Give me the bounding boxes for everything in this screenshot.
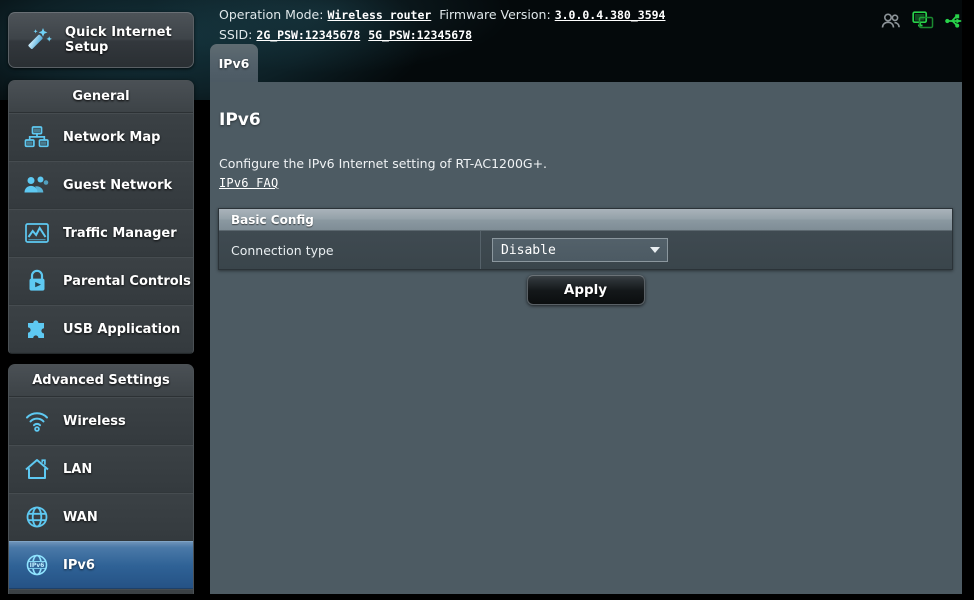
sidebar-item-guest-network[interactable]: Guest Network xyxy=(9,161,193,209)
home-icon xyxy=(22,454,52,484)
sidebar-item-wireless-label: Wireless xyxy=(63,413,126,429)
connection-type-label: Connection type xyxy=(219,231,481,269)
ipv6-icon: IPv6 xyxy=(22,550,52,580)
operation-mode-value[interactable]: Wireless router xyxy=(327,8,431,22)
ssid-label: SSID: xyxy=(219,27,253,42)
network-map-icon xyxy=(22,122,52,152)
operation-mode-line: Operation Mode: Wireless router Firmware… xyxy=(219,5,665,25)
sidebar-item-quick-internet-setup[interactable]: Quick Internet Setup xyxy=(8,12,194,68)
connection-type-select[interactable]: Disable xyxy=(492,238,668,262)
ssid-line: SSID: 2G_PSW:12345678 5G_PSW:12345678 xyxy=(219,25,665,45)
puzzle-icon xyxy=(22,314,52,344)
chevron-down-icon xyxy=(650,247,660,253)
sidebar-item-usb-application-label: USB Application xyxy=(63,321,181,337)
sidebar-item-usb-application[interactable]: USB Application xyxy=(9,305,193,353)
apply-button[interactable]: Apply xyxy=(526,275,645,305)
sidebar-item-traffic-manager[interactable]: Traffic Manager xyxy=(9,209,193,257)
basic-config-panel: Basic Config Connection type Disable xyxy=(218,208,953,270)
apply-button-row: Apply xyxy=(218,275,953,305)
tab-ipv6[interactable]: IPv6 xyxy=(210,44,258,82)
apply-button-label: Apply xyxy=(563,282,608,298)
sidebar-item-wireless[interactable]: Wireless xyxy=(9,397,193,445)
sidebar-item-network-map[interactable]: Network Map xyxy=(9,113,193,161)
right-edge xyxy=(962,0,974,600)
monitor-icon[interactable] xyxy=(910,8,936,34)
sidebar-item-guest-network-label: Guest Network xyxy=(63,177,173,193)
main-content: IPv6 Configure the IPv6 Internet setting… xyxy=(210,82,962,600)
clients-icon[interactable] xyxy=(878,8,904,34)
page-description: Configure the IPv6 Internet setting of R… xyxy=(219,156,548,171)
sidebar-item-wan[interactable]: WAN xyxy=(9,493,193,541)
guest-network-icon xyxy=(22,170,52,200)
sidebar-item-network-map-label: Network Map xyxy=(63,129,161,145)
traffic-manager-icon xyxy=(22,218,52,248)
firmware-label: Firmware Version: xyxy=(439,7,551,22)
system-status-icons xyxy=(878,8,968,34)
system-info-header: Operation Mode: Wireless router Firmware… xyxy=(219,5,665,45)
router-admin-page: Operation Mode: Wireless router Firmware… xyxy=(0,0,974,600)
operation-mode-label: Operation Mode: xyxy=(219,7,324,22)
sidebar-item-lan-label: LAN xyxy=(63,461,93,477)
magic-wand-icon xyxy=(22,23,56,57)
quick-internet-setup-label: Quick Internet Setup xyxy=(65,25,172,55)
sidebar-item-wan-label: WAN xyxy=(63,509,98,525)
page-title: IPv6 xyxy=(219,110,261,130)
ipv6-faq-link[interactable]: IPv6 FAQ xyxy=(219,176,278,190)
sidebar-group-general: General Network Map Guest Network Traffi… xyxy=(8,80,194,354)
tab-ipv6-label: IPv6 xyxy=(218,55,250,71)
lock-icon xyxy=(22,266,52,296)
ssid-2g-value[interactable]: 2G_PSW:12345678 xyxy=(256,28,360,42)
sidebar-item-ipv6[interactable]: IPv6 IPv6 xyxy=(9,541,193,589)
basic-config-title: Basic Config xyxy=(219,209,952,231)
sidebar-item-ipv6-label: IPv6 xyxy=(63,557,95,573)
bottom-edge xyxy=(0,594,974,600)
globe-icon xyxy=(22,502,52,532)
sidebar-item-traffic-manager-label: Traffic Manager xyxy=(63,225,177,241)
sidebar-group-general-title: General xyxy=(9,81,193,113)
sidebar-item-lan[interactable]: LAN xyxy=(9,445,193,493)
table-row: Connection type Disable xyxy=(219,231,952,269)
sidebar-group-advanced-settings: Advanced Settings Wireless LAN WAN IPv6 … xyxy=(8,364,194,600)
ssid-5g-value[interactable]: 5G_PSW:12345678 xyxy=(368,28,472,42)
connection-type-field: Disable xyxy=(481,238,952,262)
sidebar-item-parental-controls-label: Parental Controls xyxy=(63,273,191,289)
svg-text:IPv6: IPv6 xyxy=(30,562,45,569)
tab-strip: IPv6 xyxy=(210,44,258,82)
sidebar: Quick Internet Setup General Network Map… xyxy=(0,0,210,600)
sidebar-item-parental-controls[interactable]: Parental Controls xyxy=(9,257,193,305)
wifi-icon xyxy=(22,406,52,436)
sidebar-group-advanced-settings-title: Advanced Settings xyxy=(9,365,193,397)
connection-type-value: Disable xyxy=(501,242,556,258)
firmware-value[interactable]: 3.0.0.4.380_3594 xyxy=(555,8,666,22)
